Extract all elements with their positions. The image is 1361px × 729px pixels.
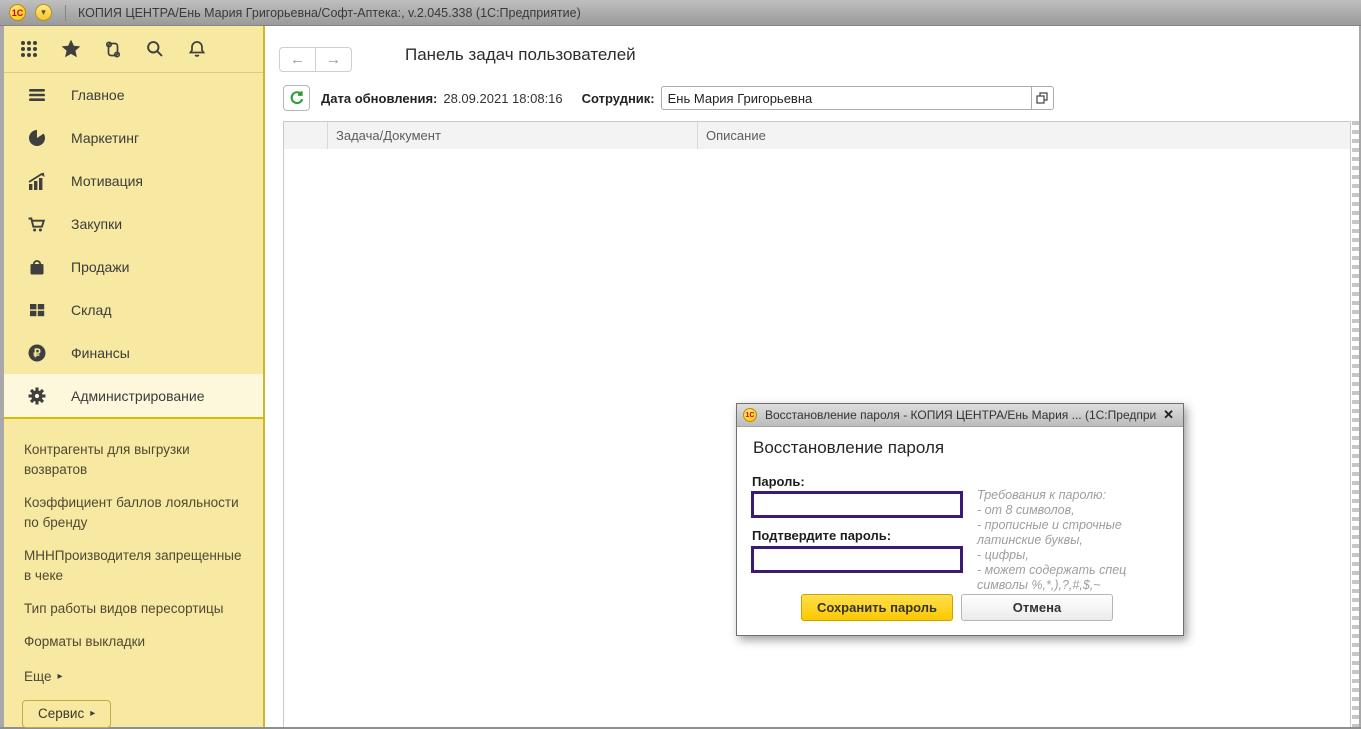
dialog-heading: Восстановление пароля bbox=[753, 438, 944, 458]
table-header-cell-task[interactable]: Задача/Документ bbox=[328, 122, 698, 149]
hamburger-icon bbox=[26, 85, 48, 105]
employee-choose-button[interactable] bbox=[1031, 86, 1054, 110]
requirement-line: - прописные и строчные bbox=[977, 518, 1181, 533]
confirm-password-input[interactable] bbox=[751, 546, 963, 573]
chevron-right-icon: ▸ bbox=[57, 671, 62, 682]
sidebar-item-label: Склад bbox=[71, 302, 112, 318]
update-date-value: 28.09.2021 18:08:16 bbox=[443, 91, 562, 106]
sidebar-item-marketing[interactable]: Маркетинг bbox=[4, 116, 263, 159]
sidebar-item-label: Главное bbox=[71, 87, 125, 103]
sidebar-item-sklad[interactable]: Склад bbox=[4, 288, 263, 331]
shopping-bag-icon bbox=[26, 257, 48, 277]
app-window: 1С ▾ КОПИЯ ЦЕНТРА/Ень Мария Григорьевна/… bbox=[0, 0, 1361, 729]
save-password-button[interactable]: Сохранить пароль bbox=[801, 594, 953, 621]
window-titlebar[interactable]: 1С ▾ КОПИЯ ЦЕНТРА/Ень Мария Григорьевна/… bbox=[0, 0, 1361, 26]
sidebar-item-label: Мотивация bbox=[71, 173, 143, 189]
password-label: Пароль: bbox=[752, 474, 805, 489]
window-title: КОПИЯ ЦЕНТРА/Ень Мария Григорьевна/Софт-… bbox=[78, 6, 581, 20]
service-menu-button[interactable]: Сервис ▸ bbox=[22, 700, 111, 728]
sidebar-link-koefficient[interactable]: Коэффициент баллов лояльности по бренду bbox=[24, 493, 252, 533]
table-header-cell-description[interactable]: Описание bbox=[698, 122, 1350, 149]
sidebar-item-zakupki[interactable]: Закупки bbox=[4, 202, 263, 245]
sidebar-item-glavnoe[interactable]: Главное bbox=[4, 73, 263, 116]
requirement-line: - может содержать спец bbox=[977, 563, 1181, 578]
gear-icon bbox=[26, 386, 48, 406]
more-label: Еще bbox=[24, 669, 51, 684]
requirement-line: - от 8 символов, bbox=[977, 503, 1181, 518]
history-scroll-icon[interactable] bbox=[100, 36, 126, 62]
ruble-circle-icon: ₽ bbox=[26, 343, 48, 363]
sidebar-item-label: Администрирование bbox=[71, 388, 205, 404]
requirement-line: символы %,*,),?,#,$,~ bbox=[977, 578, 1181, 593]
employee-input[interactable] bbox=[661, 86, 1031, 110]
pie-chart-icon bbox=[26, 128, 48, 148]
close-icon[interactable]: ✕ bbox=[1163, 407, 1174, 423]
sidebar-links: Контрагенты для выгрузки возвратов Коэфф… bbox=[4, 419, 263, 652]
table-header-cell-marker[interactable] bbox=[284, 122, 328, 149]
employee-label: Сотрудник: bbox=[582, 91, 655, 106]
sidebar-item-prodazhi[interactable]: Продажи bbox=[4, 245, 263, 288]
cancel-button[interactable]: Отмена bbox=[961, 594, 1113, 621]
history-nav: ← → bbox=[279, 47, 352, 72]
sidebar-link-formaty[interactable]: Форматы выкладки bbox=[24, 632, 252, 652]
growth-chart-icon bbox=[26, 171, 48, 191]
sidebar-link-kontragenty[interactable]: Контрагенты для выгрузки возвратов bbox=[24, 440, 252, 480]
sidebar-item-administrirovanie[interactable]: Администрирование bbox=[4, 374, 263, 417]
sidebar-item-label: Маркетинг bbox=[71, 130, 139, 146]
titlebar-separator bbox=[65, 5, 66, 21]
sidebar-menu: Главное Маркетинг bbox=[4, 73, 263, 417]
favorites-star-icon[interactable] bbox=[58, 36, 84, 62]
sidebar-item-finansy[interactable]: ₽ Финансы bbox=[4, 331, 263, 374]
nav-forward-button[interactable]: → bbox=[315, 47, 352, 72]
employee-field-group bbox=[661, 86, 1054, 110]
update-date-label: Дата обновления: bbox=[321, 91, 437, 106]
boxes-icon bbox=[26, 300, 48, 320]
nav-back-button[interactable]: ← bbox=[279, 47, 316, 72]
functions-menu-icon[interactable] bbox=[16, 36, 42, 62]
info-row: Дата обновления: 28.09.2021 18:08:16 Сот… bbox=[283, 85, 1054, 111]
requirement-line: латинские буквы, bbox=[977, 533, 1181, 548]
sidebar-item-label: Закупки bbox=[71, 216, 122, 232]
requirement-line: - цифры, bbox=[977, 548, 1181, 563]
svg-text:₽: ₽ bbox=[33, 348, 41, 360]
vertical-scrollbar[interactable] bbox=[1352, 121, 1359, 727]
sidebar: Главное Маркетинг bbox=[4, 26, 265, 727]
sidebar-toolbar bbox=[4, 26, 263, 73]
titlebar-main-menu-button[interactable]: ▾ bbox=[35, 4, 52, 21]
dialog-title: Восстановление пароля - КОПИЯ ЦЕНТРА/Ень… bbox=[765, 408, 1157, 422]
sidebar-link-mnn[interactable]: МННПроизводителя запрещенные в чеке bbox=[24, 546, 252, 586]
notifications-bell-icon[interactable] bbox=[184, 36, 210, 62]
confirm-password-label: Подтвердите пароль: bbox=[752, 528, 891, 543]
search-icon[interactable] bbox=[142, 36, 168, 62]
1c-logo-icon: 1С bbox=[743, 408, 757, 422]
service-label: Сервис bbox=[38, 706, 84, 721]
sidebar-item-motivaciya[interactable]: Мотивация bbox=[4, 159, 263, 202]
sidebar-item-label: Финансы bbox=[71, 345, 130, 361]
1c-logo-icon: 1С bbox=[9, 4, 26, 21]
sidebar-more-button[interactable]: Еще ▸ bbox=[24, 669, 263, 684]
password-recovery-dialog: 1С Восстановление пароля - КОПИЯ ЦЕНТРА/… bbox=[736, 403, 1184, 636]
refresh-button[interactable] bbox=[283, 85, 310, 111]
sidebar-item-label: Продажи bbox=[71, 259, 129, 275]
password-requirements: Требования к паролю: - от 8 символов, - … bbox=[977, 488, 1181, 593]
shopping-cart-icon bbox=[26, 214, 48, 234]
chevron-right-icon: ▸ bbox=[90, 708, 95, 719]
requirement-line: Требования к паролю: bbox=[977, 488, 1181, 503]
sidebar-link-tip-raboty[interactable]: Тип работы видов пересортицы bbox=[24, 599, 252, 619]
table-header: Задача/Документ Описание bbox=[283, 121, 1351, 150]
dialog-titlebar[interactable]: 1С Восстановление пароля - КОПИЯ ЦЕНТРА/… bbox=[737, 404, 1183, 427]
page-title: Панель задач пользователей bbox=[405, 45, 636, 65]
password-input[interactable] bbox=[751, 491, 963, 518]
